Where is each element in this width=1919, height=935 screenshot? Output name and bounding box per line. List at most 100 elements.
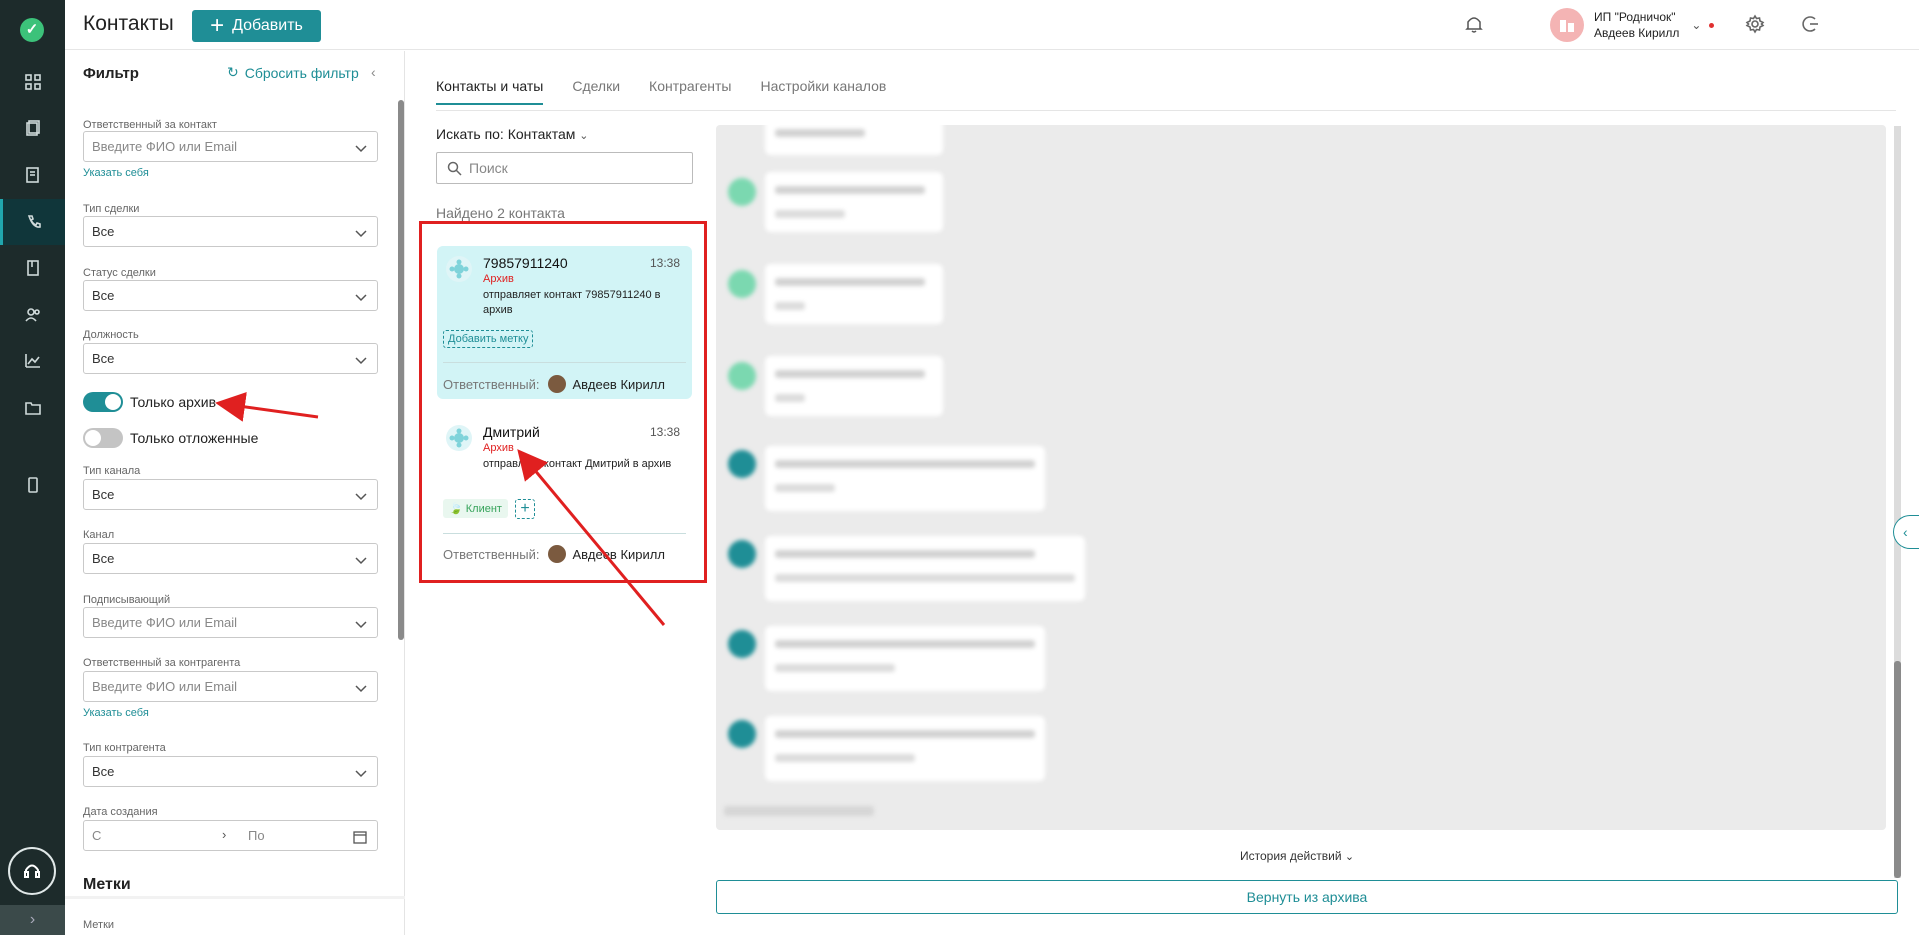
- postponed-only-toggle[interactable]: [83, 428, 123, 448]
- chat-history-panel: [716, 125, 1886, 830]
- contacts-phone-icon[interactable]: [0, 199, 65, 245]
- chat-message-blurred: [765, 356, 943, 416]
- users-icon[interactable]: [0, 292, 65, 338]
- signer-value: Введите ФИО или Email: [92, 615, 238, 630]
- search-input[interactable]: Поиск: [436, 152, 693, 184]
- toggle-knob: [105, 394, 121, 410]
- support-headset-icon[interactable]: [8, 847, 56, 895]
- last-message: отправляет контакт 79857911240 в архив: [483, 289, 661, 316]
- counterparty-type-value: Все: [92, 764, 115, 779]
- invoices-icon[interactable]: [0, 152, 65, 198]
- add-tag-plus-button[interactable]: +: [515, 499, 535, 519]
- app-rail: ✓ ›: [0, 0, 65, 935]
- assign-self-link[interactable]: Указать себя: [83, 707, 149, 719]
- filter-panel: Фильтр ↻ Сбросить фильтр ‹ Ответственный …: [65, 51, 405, 935]
- gear-icon[interactable]: [1745, 14, 1765, 39]
- action-history-label: История действий: [1240, 849, 1342, 863]
- chat-message-blurred: [765, 264, 943, 324]
- chevron-down-icon: [355, 766, 367, 781]
- tab-deals[interactable]: Сделки: [572, 78, 620, 105]
- expand-rail-chevron-icon[interactable]: ›: [0, 905, 65, 935]
- add-button-label: Добавить: [232, 17, 303, 34]
- org-text: ИП "Родничок" Авдеев Кирилл: [1594, 9, 1679, 41]
- tab-contacts-chats[interactable]: Контакты и чаты: [436, 78, 544, 105]
- search-by-label: Искать по: Контактам: [436, 126, 576, 142]
- chat-avatar: [728, 630, 756, 658]
- deal-status-select[interactable]: Все: [83, 280, 378, 311]
- chevron-down-icon: [355, 489, 367, 504]
- reset-filter-link[interactable]: ↻ Сбросить фильтр: [227, 64, 359, 81]
- field-label-deal-type: Тип сделки: [83, 203, 140, 215]
- chevron-down-icon: [355, 553, 367, 568]
- user-avatar: [548, 545, 567, 563]
- side-panel-toggle-icon[interactable]: ‹: [1893, 515, 1919, 549]
- chevron-down-icon: [355, 290, 367, 305]
- date-from[interactable]: С: [92, 828, 101, 843]
- user-name: Авдеев Кирилл: [1594, 26, 1680, 40]
- collapse-filter-icon[interactable]: ‹: [371, 64, 376, 80]
- client-tag-label: Клиент: [465, 503, 502, 515]
- divider: [65, 896, 405, 899]
- counterparty-responsible-select[interactable]: Введите ФИО или Email: [83, 671, 378, 702]
- channel-type-select[interactable]: Все: [83, 479, 378, 510]
- position-select[interactable]: Все: [83, 343, 378, 374]
- chat-footer-blurred: [724, 806, 874, 816]
- chat-scrollbar[interactable]: [1894, 126, 1901, 878]
- analytics-icon[interactable]: [0, 338, 65, 384]
- deal-status-value: Все: [92, 288, 115, 303]
- channel-select[interactable]: Все: [83, 543, 378, 574]
- restore-from-archive-button[interactable]: Вернуть из архива: [716, 880, 1898, 914]
- tab-channel-settings[interactable]: Настройки каналов: [761, 78, 887, 105]
- plus-icon: +: [210, 12, 225, 39]
- responsible-label: Ответственный:: [443, 376, 540, 392]
- mobile-icon[interactable]: [0, 462, 65, 508]
- field-label-channel-type: Тип канала: [83, 465, 141, 477]
- position-value: Все: [92, 351, 115, 366]
- created-date-range[interactable]: С › По: [83, 820, 378, 851]
- scroll-thumb[interactable]: [1894, 661, 1901, 878]
- deal-type-select[interactable]: Все: [83, 216, 378, 247]
- signer-select[interactable]: Введите ФИО или Email: [83, 607, 378, 638]
- contact-card[interactable]: 79857911240 13:38 Архив отправляет конта…: [437, 246, 692, 399]
- book-icon[interactable]: [0, 245, 65, 291]
- counterparty-type-select[interactable]: Все: [83, 756, 378, 787]
- chevron-down-icon: [355, 141, 367, 156]
- tab-counterparties[interactable]: Контрагенты: [649, 78, 731, 105]
- bell-icon[interactable]: [1465, 14, 1483, 39]
- contact-avatar-icon: [446, 425, 472, 451]
- calendar-icon[interactable]: [353, 830, 367, 847]
- archive-status: Архив: [483, 273, 514, 285]
- field-label-responsible: Ответственный за контакт: [83, 119, 217, 131]
- field-label-created-date: Дата создания: [83, 806, 158, 818]
- toggle-knob: [85, 430, 101, 446]
- contact-avatar-icon: [446, 256, 472, 282]
- app-logo-icon[interactable]: ✓: [20, 18, 44, 42]
- action-history-toggle[interactable]: История действий ⌄: [1240, 849, 1354, 863]
- contact-card[interactable]: Дмитрий 13:38 Архив отправляет контакт Д…: [437, 415, 692, 580]
- chat-avatar: [728, 270, 756, 298]
- logout-icon[interactable]: [1800, 14, 1820, 39]
- dashboard-icon[interactable]: [0, 59, 65, 105]
- org-name: ИП "Родничок": [1594, 10, 1676, 24]
- add-button[interactable]: + Добавить: [192, 10, 321, 42]
- tags-section-title: Метки: [83, 876, 131, 893]
- assign-self-link[interactable]: Указать себя: [83, 167, 149, 179]
- postponed-only-label: Только отложенные: [130, 430, 259, 446]
- responsible-label: Ответственный:: [443, 546, 540, 562]
- folder-icon[interactable]: [0, 385, 65, 431]
- contact-time: 13:38: [649, 256, 680, 270]
- chevron-right-icon: ›: [222, 827, 227, 842]
- responsible-row: Ответственный: Авдеев Кирилл: [443, 545, 665, 563]
- chat-message-blurred: [765, 716, 1045, 781]
- date-to[interactable]: По: [248, 828, 265, 843]
- add-tag-button[interactable]: Добавить метку: [443, 330, 534, 348]
- org-switcher[interactable]: ИП "Родничок" Авдеев Кирилл ⌄: [1550, 8, 1715, 42]
- chat-avatar: [728, 720, 756, 748]
- archive-only-toggle[interactable]: [83, 392, 123, 412]
- search-by-select[interactable]: Искать по: Контактам ⌄: [436, 126, 589, 142]
- responsible-contact-select[interactable]: Введите ФИО или Email: [83, 131, 378, 162]
- filter-scrollbar[interactable]: [398, 100, 404, 640]
- client-tag[interactable]: 🍃 Клиент: [443, 499, 508, 518]
- chat-avatar: [728, 178, 756, 206]
- documents-icon[interactable]: [0, 105, 65, 151]
